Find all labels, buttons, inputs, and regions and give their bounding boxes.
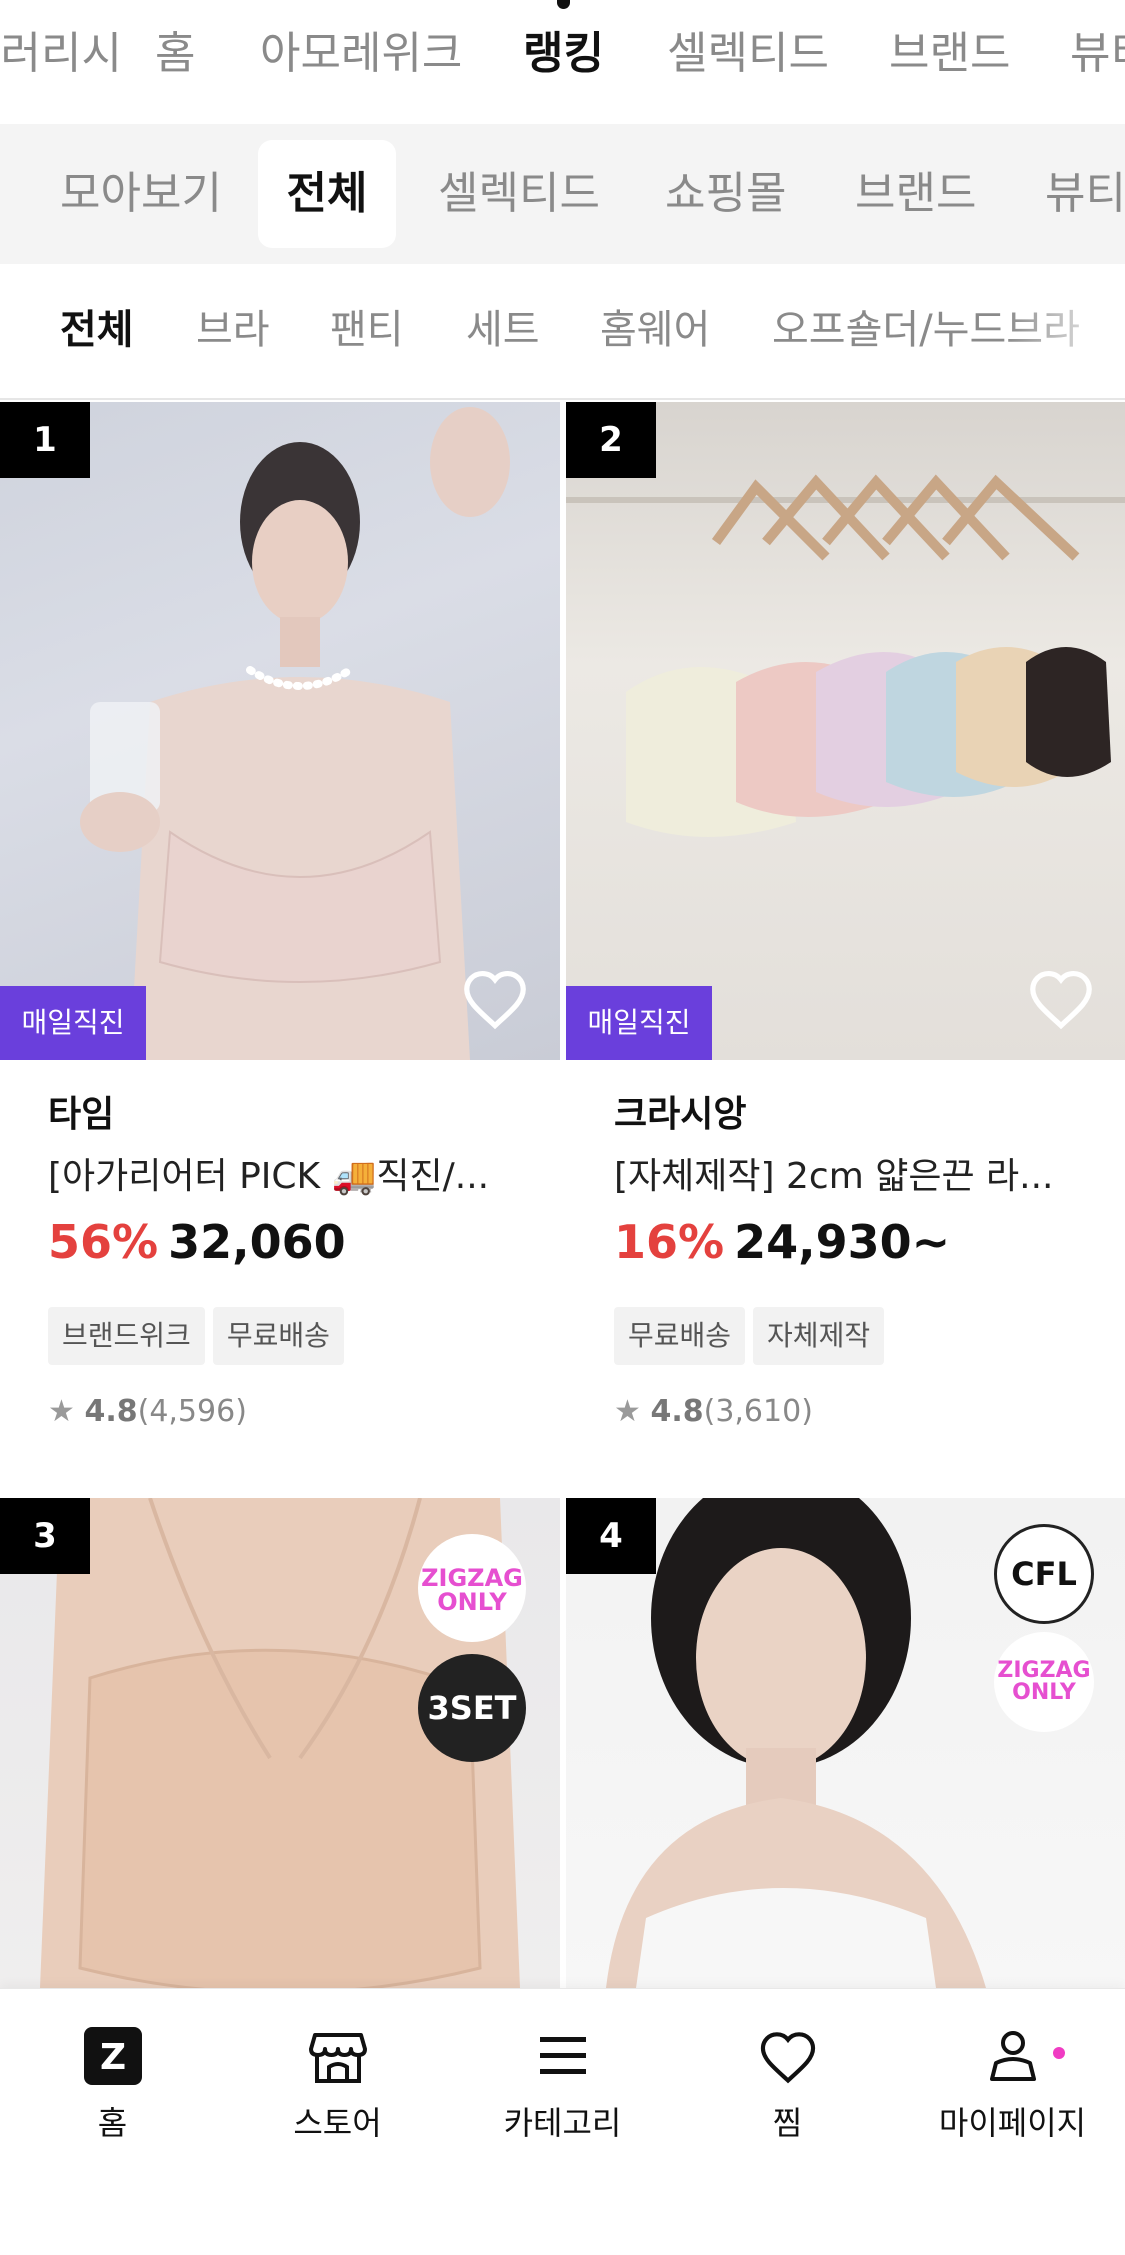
tag-self-made: 자체제작	[753, 1307, 885, 1365]
tab-amore-week[interactable]: 아모레위크	[260, 24, 462, 84]
product-title[interactable]: [아가리어터 PICK 🚚직진/...	[48, 1152, 489, 1202]
rating-score: 4.8	[650, 1394, 704, 1429]
category-overview[interactable]: 모아보기	[60, 140, 222, 248]
store-icon	[308, 2033, 367, 2083]
product-info: 크라시앙 [자체제작] 2cm 얇은끈 라... 16% 24,930~ 무료배송…	[614, 1060, 1053, 1433]
product-image[interactable]: 1 매일직진	[0, 402, 560, 1060]
shop-name[interactable]: 타임	[48, 1090, 489, 1140]
discount-rate: 56%	[48, 1215, 159, 1269]
zigzag-only-badge: ZIGZAG ONLY	[994, 1632, 1094, 1732]
rank-badge: 4	[566, 1498, 656, 1574]
product-title[interactable]: [자체제작] 2cm 얇은끈 라...	[614, 1152, 1053, 1202]
menu-icon	[539, 2037, 586, 2074]
three-set-badge: 3SET	[418, 1654, 526, 1762]
filter-set[interactable]: 세트	[466, 302, 540, 358]
rank-badge: 1	[0, 402, 90, 478]
hangers-photo	[566, 474, 1125, 837]
wishlist-heart-icon[interactable]	[460, 966, 530, 1030]
price-row: 56% 32,060	[48, 1212, 489, 1283]
product-image[interactable]: 3 ZIGZAG ONLY 3SET	[0, 1498, 560, 1988]
nav-category-label: 카테고리	[503, 2104, 622, 2142]
product-card[interactable]: 1 매일직진 타임 [아가리어터 PICK 🚚직진/... 56% 32,060 …	[0, 402, 560, 1429]
category-shopping-mall[interactable]: 쇼핑몰	[665, 140, 786, 248]
category-beauty[interactable]: 뷰티	[1045, 140, 1125, 248]
filter-homewear[interactable]: 홈웨어	[600, 302, 710, 358]
wishlist-heart-icon[interactable]	[1026, 966, 1096, 1030]
product-card[interactable]: 3 ZIGZAG ONLY 3SET	[0, 1498, 560, 1988]
model-photo	[80, 407, 510, 1060]
active-tab-indicator	[557, 0, 570, 9]
nav-store[interactable]: 스토어	[225, 2025, 450, 2145]
tab-ranking[interactable]: 랭킹	[523, 24, 604, 84]
tag-free-shipping: 무료배송	[614, 1307, 746, 1365]
rank-badge: 3	[0, 1498, 90, 1574]
sub-filter-bar: 전체 브라 팬티 세트 홈웨어 오프숄더/누드브라	[0, 264, 1125, 400]
nav-category[interactable]: 카테고리	[450, 2025, 675, 2145]
rank-badge: 2	[566, 402, 656, 478]
tab-beauty[interactable]: 뷰티	[1070, 24, 1125, 84]
filter-all[interactable]: 전체	[60, 302, 134, 358]
tab-gallery[interactable]: 갤러리시	[0, 24, 122, 84]
nav-wishlist-label: 찜	[772, 2104, 803, 2142]
nav-store-label: 스토어	[293, 2104, 382, 2142]
product-card[interactable]: 4 CFL ZIGZAG ONLY	[566, 1498, 1125, 1988]
tag-list: 브랜드위크 무료배송	[48, 1307, 489, 1365]
nav-home[interactable]: Z 홈	[0, 2025, 225, 2145]
review-count: (3,610)	[703, 1394, 813, 1429]
nav-mypage[interactable]: 마이페이지	[900, 2025, 1125, 2145]
tab-home[interactable]: 홈	[155, 24, 195, 84]
price: 24,930~	[734, 1215, 951, 1269]
nav-home-label: 홈	[97, 2104, 128, 2142]
review-count: (4,596)	[137, 1394, 247, 1429]
cfl-badge: CFL	[994, 1524, 1094, 1624]
product-card[interactable]: 2 매일직진 크라시앙 [자체제작] 2cm 얇은끈 라... 16% 24,93…	[566, 402, 1125, 1429]
bottom-navigation: Z 홈 스토어 카테고리 찜 마이페이지	[0, 1988, 1125, 2255]
tag-list: 무료배송 자체제작	[614, 1307, 1053, 1365]
notification-dot	[1053, 2047, 1065, 2059]
category-all[interactable]: 전체	[258, 140, 396, 248]
price-row: 16% 24,930~	[614, 1212, 1053, 1283]
svg-text:Z: Z	[99, 2037, 125, 2078]
zigzag-only-badge: ZIGZAG ONLY	[418, 1534, 526, 1642]
shop-name[interactable]: 크라시앙	[614, 1090, 1053, 1140]
discount-rate: 16%	[614, 1215, 725, 1269]
category-selected[interactable]: 셀렉티드	[438, 140, 600, 248]
category-brand[interactable]: 브랜드	[855, 140, 976, 248]
tag-free-shipping: 무료배송	[212, 1307, 344, 1365]
product-image[interactable]: 4 CFL ZIGZAG ONLY	[566, 1498, 1125, 1988]
tab-brand[interactable]: 브랜드	[889, 24, 1010, 84]
rating-score: 4.8	[84, 1394, 138, 1429]
daily-delivery-badge: 매일직진	[0, 986, 146, 1060]
product-image[interactable]: 2 매일직진	[566, 402, 1125, 1060]
product-info: 타임 [아가리어터 PICK 🚚직진/... 56% 32,060 브랜드위크 무…	[48, 1060, 489, 1433]
daily-delivery-badge: 매일직진	[566, 986, 712, 1060]
rating: ★ 4.8(3,610)	[614, 1391, 1053, 1433]
tag-brand-week: 브랜드위크	[48, 1307, 205, 1365]
price: 32,060	[168, 1215, 346, 1269]
filter-bra[interactable]: 브라	[196, 302, 270, 358]
star-icon: ★	[614, 1394, 641, 1429]
scroll-fade	[1005, 264, 1125, 398]
filter-panty[interactable]: 팬티	[330, 302, 404, 358]
zigzag-logo-icon: Z	[83, 2027, 142, 2085]
nav-wishlist[interactable]: 찜	[675, 2025, 900, 2145]
nav-mypage-label: 마이페이지	[938, 2104, 1087, 2142]
tab-selected[interactable]: 셀렉티드	[667, 24, 829, 84]
category-bar: 모아보기 전체 셀렉티드 쇼핑몰 브랜드 뷰티	[0, 124, 1125, 264]
heart-icon	[760, 2032, 815, 2084]
star-icon: ★	[48, 1394, 75, 1429]
top-tab-bar: 갤러리시 홈 아모레위크 랭킹 셀렉티드 브랜드 뷰티	[0, 0, 1125, 104]
rating: ★ 4.8(4,596)	[48, 1391, 489, 1433]
user-icon	[989, 2031, 1036, 2081]
